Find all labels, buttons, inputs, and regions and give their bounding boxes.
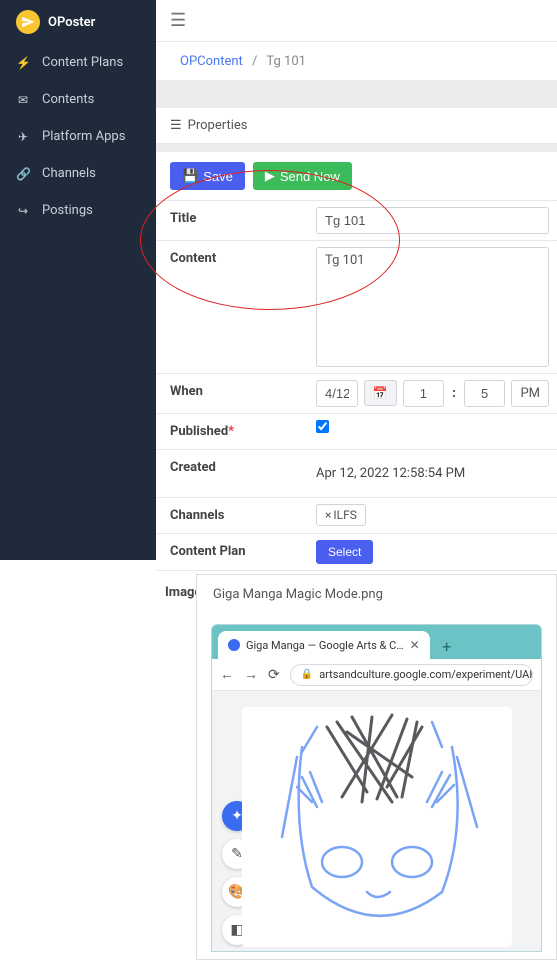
time-colon: : bbox=[450, 380, 458, 407]
plane-icon: ✈ bbox=[16, 130, 30, 144]
tab-title: Giga Manga — Google Arts & C… bbox=[246, 639, 404, 652]
save-button[interactable]: 💾 Save bbox=[170, 162, 245, 190]
browser-tab[interactable]: Giga Manga — Google Arts & C… ✕ bbox=[218, 631, 430, 659]
row-title: Title bbox=[156, 201, 557, 241]
send-label: Send Now bbox=[280, 169, 340, 184]
bolt-icon: ⚡ bbox=[16, 56, 30, 70]
drawing-canvas[interactable] bbox=[242, 707, 512, 947]
header-strip bbox=[156, 80, 557, 108]
share-icon: ↪ bbox=[16, 204, 30, 218]
brand-logo-icon bbox=[16, 10, 40, 34]
back-icon[interactable]: ← bbox=[220, 666, 234, 683]
sidebar-item-channels[interactable]: 🔗 Channels bbox=[0, 155, 156, 192]
chip-remove-icon[interactable]: × bbox=[325, 508, 331, 522]
canvas-area: ✦ ✎ 🎨 ◧ ↻ bbox=[212, 691, 541, 951]
title-input[interactable] bbox=[316, 207, 549, 234]
published-checkbox[interactable] bbox=[316, 420, 329, 433]
reload-icon[interactable]: ⟳ bbox=[268, 667, 280, 683]
when-minute-input[interactable] bbox=[464, 380, 506, 407]
address-input[interactable]: 🔒 artsandculture.google.com/experiment/U… bbox=[290, 664, 533, 686]
brand: OPoster bbox=[0, 0, 156, 44]
link-icon: 🔗 bbox=[16, 167, 30, 181]
save-label: Save bbox=[203, 169, 233, 184]
row-channels: Channels ×ILFS bbox=[156, 498, 557, 534]
menu-toggle-icon[interactable]: ☰ bbox=[170, 10, 186, 31]
sidebar-item-content-plans[interactable]: ⚡ Content Plans bbox=[0, 44, 156, 81]
send-now-button[interactable]: ▶ Send Now bbox=[253, 162, 352, 190]
image-filename: Giga Manga Magic Mode.png bbox=[197, 575, 556, 614]
breadcrumb-current: Tg 101 bbox=[266, 54, 306, 69]
published-label: Published bbox=[170, 424, 228, 439]
lock-icon: 🔒 bbox=[301, 669, 313, 680]
row-content: Content bbox=[156, 241, 557, 374]
sidebar-item-postings[interactable]: ↪ Postings bbox=[0, 192, 156, 229]
brand-label: OPoster bbox=[48, 15, 95, 30]
topbar: ☰ bbox=[156, 0, 557, 42]
list-icon: ☰ bbox=[170, 118, 182, 133]
sidebar-item-label: Contents bbox=[42, 92, 94, 107]
content-textarea[interactable] bbox=[316, 247, 549, 367]
save-icon: 💾 bbox=[182, 168, 198, 184]
created-value: Apr 12, 2022 12:58:54 PM bbox=[316, 456, 465, 491]
row-created: Created Apr 12, 2022 12:58:54 PM bbox=[156, 450, 557, 498]
row-when: When 📅 : PM bbox=[156, 374, 557, 414]
sidebar-item-label: Channels bbox=[42, 166, 96, 181]
browser-window: Giga Manga — Google Arts & C… ✕ + ← → ⟳ … bbox=[211, 624, 542, 952]
channels-label: Channels bbox=[156, 498, 316, 533]
tab-favicon-icon bbox=[228, 639, 240, 651]
properties-label: Properties bbox=[188, 118, 248, 133]
sidebar-item-label: Platform Apps bbox=[42, 129, 125, 144]
url-text: artsandculture.google.com/experiment/UAH… bbox=[319, 668, 533, 681]
breadcrumb: OPContent / Tg 101 bbox=[156, 42, 557, 79]
ampm-select[interactable]: PM bbox=[511, 380, 549, 407]
channel-chip[interactable]: ×ILFS bbox=[316, 504, 366, 526]
properties-header: ☰ Properties bbox=[156, 108, 557, 144]
when-date-input[interactable] bbox=[316, 380, 358, 407]
strip bbox=[156, 144, 557, 152]
sidebar-item-platform-apps[interactable]: ✈ Platform Apps bbox=[0, 118, 156, 155]
content-label: Content bbox=[156, 241, 316, 373]
row-content-plan: Content Plan Select bbox=[156, 534, 557, 571]
chip-label: ILFS bbox=[333, 508, 356, 522]
envelope-icon: ✉ bbox=[16, 93, 30, 107]
row-published: Published* bbox=[156, 414, 557, 450]
new-tab-button[interactable]: + bbox=[434, 633, 460, 659]
required-mark: * bbox=[228, 424, 234, 439]
sidebar-item-label: Content Plans bbox=[42, 55, 123, 70]
sidebar-item-label: Postings bbox=[42, 203, 93, 218]
when-label: When bbox=[156, 374, 316, 413]
image-preview-panel: Giga Manga Magic Mode.png Giga Manga — G… bbox=[196, 574, 557, 960]
play-icon: ▶ bbox=[265, 168, 275, 184]
plan-label: Content Plan bbox=[156, 534, 316, 570]
breadcrumb-sep: / bbox=[252, 54, 257, 69]
tab-close-icon[interactable]: ✕ bbox=[410, 638, 420, 652]
browser-tabbar: Giga Manga — Google Arts & C… ✕ + bbox=[212, 625, 541, 659]
when-hour-input[interactable] bbox=[403, 380, 445, 407]
select-plan-button[interactable]: Select bbox=[316, 540, 373, 564]
sidebar-item-contents[interactable]: ✉ Contents bbox=[0, 81, 156, 118]
title-label: Title bbox=[156, 201, 316, 240]
action-bar: 💾 Save ▶ Send Now bbox=[156, 152, 557, 201]
created-label: Created bbox=[156, 450, 316, 497]
calendar-button[interactable]: 📅 bbox=[364, 380, 397, 406]
browser-addrbar: ← → ⟳ 🔒 artsandculture.google.com/experi… bbox=[212, 659, 541, 691]
breadcrumb-parent[interactable]: OPContent bbox=[180, 54, 243, 69]
calendar-icon: 📅 bbox=[373, 386, 388, 400]
forward-icon[interactable]: → bbox=[244, 666, 258, 683]
